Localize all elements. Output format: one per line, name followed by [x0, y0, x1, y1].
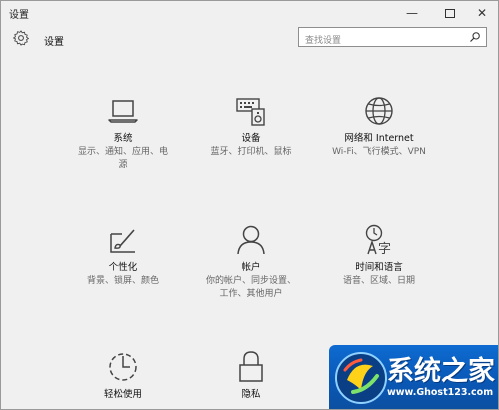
tile-time-language[interactable]: 字 时间和语言 语音、区域、日期 — [314, 223, 444, 287]
tile-system-name: 系统 — [113, 133, 133, 144]
globe-icon — [365, 97, 393, 125]
tile-privacy-name: 隐私 — [241, 389, 261, 400]
search-icon[interactable] — [469, 31, 481, 43]
tile-time-language-name: 时间和语言 — [355, 262, 403, 273]
maximize-icon — [445, 8, 455, 18]
time-language-icon: 字 — [365, 224, 391, 256]
search-input[interactable] — [299, 32, 465, 50]
watermark-logo-icon — [335, 352, 387, 404]
person-icon — [237, 225, 265, 255]
svg-text:字: 字 — [378, 242, 391, 256]
page-title: 设置 — [44, 37, 64, 48]
tile-system-desc-line2: 源 — [118, 160, 128, 170]
maximize-button[interactable] — [433, 1, 467, 25]
minimize-button[interactable]: — — [395, 1, 429, 25]
personalization-icon — [110, 229, 135, 253]
devices-icon — [236, 98, 265, 126]
watermark-banner: 系统之家 www.Ghost123.com — [329, 345, 498, 409]
tile-network-name: 网络和 Internet — [344, 133, 414, 144]
tile-system[interactable]: 系统 显示、通知、应用、电 源 — [58, 97, 188, 171]
minimize-icon: — — [406, 6, 418, 20]
tile-personalization[interactable]: 个性化 背景、锁屏、颜色 — [58, 224, 188, 287]
close-icon: ✕ — [476, 6, 488, 20]
tile-devices[interactable]: 设备 蓝牙、打印机、鼠标 — [186, 95, 316, 158]
tile-system-desc-line1: 显示、通知、应用、电 — [77, 147, 168, 157]
tile-network[interactable]: 网络和 Internet Wi-Fi、飞行模式、VPN — [314, 95, 444, 158]
tile-ease-of-access-name: 轻松使用 — [103, 389, 142, 400]
lock-icon — [239, 351, 263, 382]
title-bar[interactable]: 设置 — ✕ — [1, 1, 498, 27]
tile-time-language-desc: 语音、区域、日期 — [342, 276, 415, 286]
tile-ease-of-access[interactable]: 轻松使用 — [58, 351, 188, 401]
window-title: 设置 — [9, 10, 29, 21]
tile-accounts-desc-line1: 你的帐户、同步设置、 — [205, 276, 296, 286]
tile-personalization-name: 个性化 — [108, 262, 138, 273]
tile-accounts-desc-line2: 工作、其他用户 — [219, 289, 283, 299]
close-button[interactable]: ✕ — [465, 1, 498, 25]
watermark-brand: 系统之家 — [387, 356, 495, 387]
tile-devices-desc: 蓝牙、打印机、鼠标 — [210, 147, 292, 157]
watermark-url: www.Ghost123.com — [387, 387, 494, 398]
search-box[interactable] — [298, 27, 487, 50]
gear-icon — [13, 30, 29, 46]
settings-header: 设置 — [1, 27, 498, 57]
tile-devices-name: 设备 — [241, 133, 261, 144]
tile-personalization-desc: 背景、锁屏、颜色 — [86, 276, 159, 286]
tile-accounts[interactable]: 帐户 你的帐户、同步设置、 工作、其他用户 — [186, 223, 316, 300]
laptop-icon — [108, 100, 138, 123]
tile-privacy[interactable]: 隐私 — [186, 350, 316, 401]
settings-window: 设置 — ✕ 设置 系统 显示、通知、应用、 — [0, 0, 499, 410]
tile-accounts-name: 帐户 — [241, 262, 261, 273]
tile-network-desc: Wi-Fi、飞行模式、VPN — [332, 147, 426, 157]
ease-of-access-icon — [109, 353, 137, 381]
